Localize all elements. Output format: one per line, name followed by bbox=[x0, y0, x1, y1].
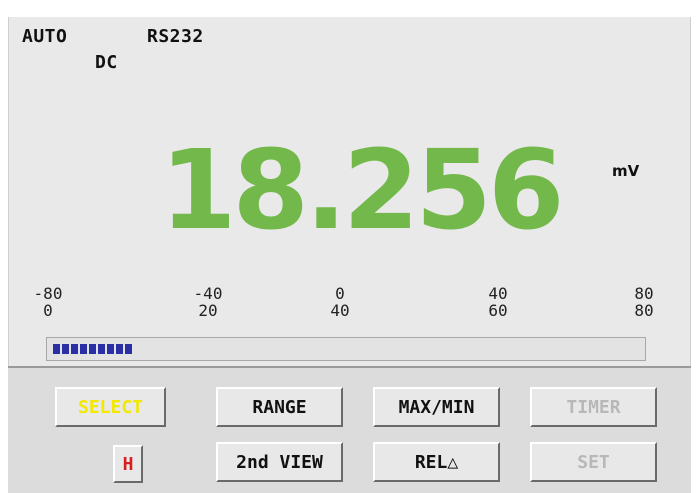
rel-button[interactable]: REL△ bbox=[373, 442, 500, 482]
bargraph-segment bbox=[53, 344, 60, 354]
scale-label: 40 60 bbox=[488, 284, 508, 320]
hold-button[interactable]: H bbox=[113, 445, 143, 483]
select-button[interactable]: SELECT bbox=[55, 387, 166, 427]
bargraph-fill bbox=[53, 344, 132, 354]
bargraph-segment bbox=[89, 344, 96, 354]
main-reading: 18.256 bbox=[160, 126, 564, 254]
set-button[interactable]: SET bbox=[530, 442, 657, 482]
analog-bargraph bbox=[46, 337, 646, 361]
auto-indicator: AUTO bbox=[22, 26, 68, 47]
bargraph-segment bbox=[107, 344, 114, 354]
bargraph-segment bbox=[125, 344, 132, 354]
max-min-button[interactable]: MAX/MIN bbox=[373, 387, 500, 427]
bargraph-segment bbox=[116, 344, 123, 354]
bargraph-segment bbox=[62, 344, 69, 354]
unit-label: mV bbox=[612, 162, 640, 180]
bargraph-segment bbox=[98, 344, 105, 354]
timer-button[interactable]: TIMER bbox=[530, 387, 657, 427]
bargraph-segment bbox=[71, 344, 78, 354]
scale-label: 0 40 bbox=[330, 284, 350, 320]
scale-label: 80 80 bbox=[634, 284, 654, 320]
dc-indicator: DC bbox=[95, 52, 118, 73]
range-button[interactable]: RANGE bbox=[216, 387, 343, 427]
scale-label: -40 20 bbox=[193, 284, 223, 320]
scale-label: -80 0 bbox=[33, 284, 63, 320]
bargraph-segment bbox=[80, 344, 87, 354]
rs232-indicator: RS232 bbox=[147, 26, 204, 47]
2nd-view-button[interactable]: 2nd VIEW bbox=[216, 442, 343, 482]
